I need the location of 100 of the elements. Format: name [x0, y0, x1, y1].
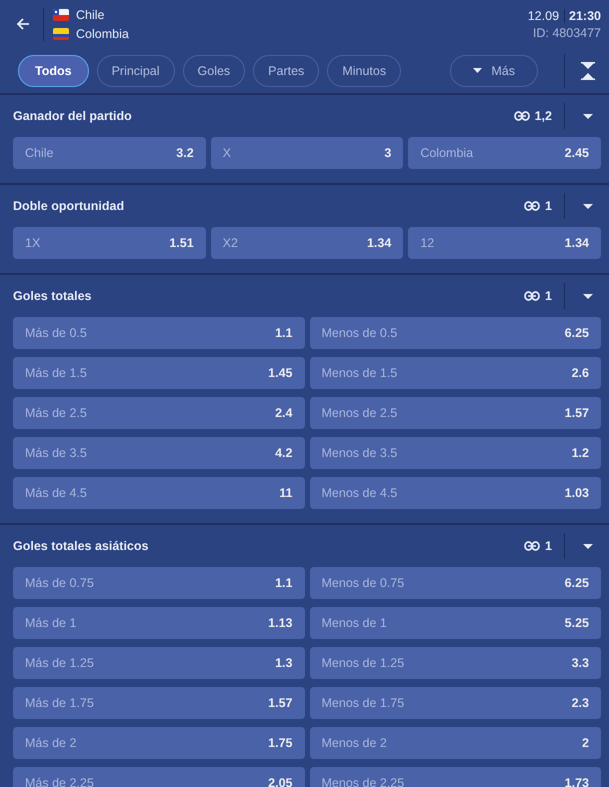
odds-button[interactable]: Más de 4.5 11	[13, 477, 304, 509]
odds-value: 1.45	[268, 366, 292, 380]
dropdown-icon[interactable]	[583, 294, 593, 298]
odds-value: 1.2	[572, 446, 589, 460]
outcome-label: Menos de 1.25	[322, 656, 404, 670]
dropdown-icon[interactable]	[583, 114, 593, 118]
odds-button[interactable]: 12 1.34	[408, 227, 601, 259]
match-id: ID: 4803477	[532, 26, 601, 40]
odds-value: 1.75	[268, 736, 292, 750]
odds-value: 6.25	[564, 576, 589, 590]
odds-value: 1.57	[564, 406, 589, 420]
odds-button[interactable]: Menos de 1 5.25	[310, 607, 601, 639]
flag-icon	[53, 28, 69, 40]
filter-tab[interactable]: Minutos	[327, 54, 402, 86]
outcome-label: Colombia	[420, 146, 474, 160]
outcome-label: Menos de 2.5	[322, 406, 398, 420]
link-icon	[524, 291, 540, 301]
market-title: Doble oportunidad	[13, 199, 126, 213]
outcome-label: Menos de 2.25	[322, 776, 404, 787]
filter-tab[interactable]: Goles	[182, 54, 246, 86]
link-count: 1	[545, 539, 552, 553]
odds-value: 11	[279, 486, 292, 500]
odds-value: 3.2	[176, 146, 194, 160]
odds-button[interactable]: Más de 0.5 1.1	[13, 317, 304, 349]
odds-button[interactable]: X2 1.34	[210, 227, 404, 259]
link-count: 1,2	[534, 109, 552, 123]
outcome-label: 12	[420, 236, 434, 250]
odds-value: 3	[384, 146, 392, 160]
odds-button[interactable]: Más de 1.5 1.45	[13, 357, 304, 389]
odds-button[interactable]: Más de 1.25 1.3	[13, 647, 304, 679]
odds-button[interactable]: Menos de 2 2	[310, 727, 601, 759]
odds-value: 1.13	[268, 616, 292, 630]
odds-value: 1.51	[169, 236, 194, 250]
odds-value: 1.73	[564, 776, 589, 787]
odds-value: 3.3	[572, 656, 589, 670]
odds-button[interactable]: Menos de 3.5 1.2	[310, 437, 601, 469]
more-button[interactable]: Más	[450, 54, 538, 86]
outcome-label: Más de 1.5	[25, 366, 87, 380]
odds-value: 1.1	[275, 326, 292, 340]
back-icon[interactable]	[15, 16, 31, 32]
outcome-label: Menos de 2	[322, 736, 387, 750]
match-time: 21:30	[569, 8, 601, 22]
outcome-label: Más de 1.75	[25, 696, 94, 710]
outcome-label: Menos de 1.75	[322, 696, 404, 710]
odds-button[interactable]: Colombia 2.45	[408, 137, 601, 169]
flag-icon	[53, 8, 69, 20]
outcome-label: Menos de 4.5	[322, 486, 398, 500]
odds-button[interactable]: Más de 3.5 4.2	[13, 437, 304, 469]
match-date: 12.09	[528, 8, 566, 22]
odds-button[interactable]: Menos de 1.75 2.3	[310, 687, 601, 719]
odds-button[interactable]: Menos de 2.25 1.73	[310, 767, 601, 787]
dropdown-icon[interactable]	[583, 544, 593, 548]
outcome-label: Más de 3.5	[25, 446, 87, 460]
caret-icon	[473, 68, 482, 73]
odds-value: 2.45	[564, 146, 589, 160]
odds-button[interactable]: Más de 1 1.13	[13, 607, 304, 639]
odds-value: 1.1	[275, 576, 292, 590]
odds-button[interactable]: X 3	[210, 137, 404, 169]
collapse-icon[interactable]	[564, 54, 595, 88]
odds-value: 1.3	[275, 656, 292, 670]
team-name: Colombia	[76, 26, 129, 40]
odds-button[interactable]: Menos de 4.5 1.03	[310, 477, 601, 509]
odds-value: 2.3	[572, 696, 589, 710]
outcome-label: X2	[222, 236, 238, 250]
outcome-label: 1X	[25, 236, 40, 250]
odds-value: 2.05	[268, 776, 292, 787]
filter-tab[interactable]: Todos	[18, 54, 89, 86]
outcome-label: Más de 4.5	[25, 486, 87, 500]
market-title: Goles totales	[13, 289, 92, 303]
link-count: 1	[545, 289, 552, 303]
odds-button[interactable]: Menos de 0.75 6.25	[310, 567, 601, 599]
filter-tab[interactable]: Principal	[96, 54, 175, 86]
odds-button[interactable]: Chile 3.2	[13, 137, 206, 169]
filter-tab[interactable]: Partes	[253, 54, 320, 86]
odds-value: 1.03	[564, 486, 589, 500]
odds-value: 1.34	[564, 236, 589, 250]
odds-button[interactable]: Más de 2.25 2.05	[13, 767, 304, 787]
link-count: 1	[545, 199, 552, 213]
odds-value: 1.57	[268, 696, 292, 710]
market-title: Ganador del partido	[13, 109, 133, 123]
odds-button[interactable]: Más de 2.5 2.4	[13, 397, 304, 429]
link-icon	[524, 201, 540, 211]
link-icon	[514, 111, 530, 121]
odds-button[interactable]: Más de 0.75 1.1	[13, 567, 304, 599]
odds-button[interactable]: Menos de 0.5 6.25	[310, 317, 601, 349]
odds-button[interactable]: Menos de 2.5 1.57	[310, 397, 601, 429]
odds-button[interactable]: 1X 1.51	[13, 227, 206, 259]
odds-value: 2.4	[275, 406, 292, 420]
dropdown-icon[interactable]	[583, 204, 593, 208]
link-icon	[524, 541, 540, 551]
outcome-label: X	[222, 146, 231, 160]
odds-value: 2.6	[572, 366, 589, 380]
odds-button[interactable]: Menos de 1.25 3.3	[310, 647, 601, 679]
odds-button[interactable]: Más de 1.75 1.57	[13, 687, 304, 719]
odds-value: 5.25	[564, 616, 589, 630]
odds-value: 6.25	[564, 326, 589, 340]
odds-value: 4.2	[275, 446, 292, 460]
odds-button[interactable]: Menos de 1.5 2.6	[310, 357, 601, 389]
odds-button[interactable]: Más de 2 1.75	[13, 727, 304, 759]
market-title: Goles totales asiáticos	[13, 539, 150, 553]
